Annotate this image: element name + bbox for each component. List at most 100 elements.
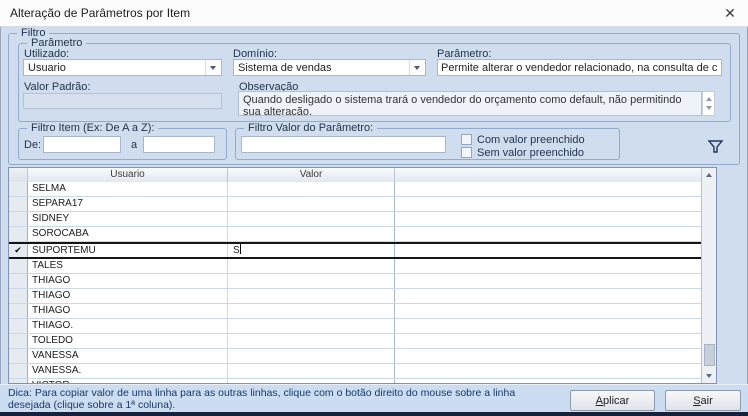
table-row[interactable]: SEPARA17 (9, 197, 701, 212)
row-valor[interactable] (228, 349, 395, 363)
row-extra (395, 259, 701, 273)
valor-padrao-input (23, 93, 222, 109)
row-valor[interactable] (228, 259, 395, 273)
row-valor[interactable] (228, 364, 395, 378)
row-indicator[interactable] (9, 289, 28, 303)
com-valor-checkbox[interactable] (461, 134, 472, 145)
row-indicator[interactable] (9, 364, 28, 378)
dominio-combobox[interactable]: Sistema de vendas (233, 59, 426, 76)
row-indicator[interactable] (9, 212, 28, 226)
row-indicator[interactable] (9, 259, 28, 273)
row-usuario[interactable]: THIAGO (28, 274, 228, 288)
filtro-item-groupbox-label: Filtro Item (Ex: De A a Z): (27, 122, 158, 134)
scroll-down-icon[interactable] (706, 106, 712, 110)
row-usuario[interactable]: THIAGO (28, 289, 228, 303)
row-indicator[interactable] (9, 379, 28, 383)
filtro-item-a-input[interactable] (143, 136, 215, 153)
row-usuario[interactable]: VICTOR. (28, 379, 228, 383)
sem-valor-checkbox[interactable] (461, 147, 472, 158)
row-valor[interactable]: S (228, 244, 395, 257)
apply-button[interactable]: Aplicar (570, 390, 655, 411)
hint-line2: desejada (clique sobre a 1ª coluna). (8, 399, 515, 411)
row-indicator[interactable] (9, 334, 28, 348)
close-icon[interactable]: ✕ (720, 3, 740, 23)
table-row[interactable]: SIDNEY (9, 212, 701, 227)
row-valor[interactable] (228, 319, 395, 333)
row-usuario[interactable]: TALES (28, 259, 228, 273)
row-valor[interactable] (228, 334, 395, 348)
row-usuario[interactable]: THIAGO (28, 304, 228, 318)
grid-scrollbar[interactable] (701, 168, 716, 383)
dialog-window: Alteração de Parâmetros por Item ✕ Filtr… (0, 0, 748, 416)
row-valor[interactable] (228, 182, 395, 196)
table-row[interactable]: TALES (9, 259, 701, 274)
row-usuario[interactable]: SUPORTEMU (28, 244, 228, 257)
row-indicator[interactable] (9, 349, 28, 363)
row-extra (395, 334, 701, 348)
table-row[interactable]: THIAGO (9, 289, 701, 304)
row-usuario[interactable]: VANESSA (28, 349, 228, 363)
scroll-down-button[interactable] (702, 369, 716, 383)
row-usuario[interactable]: VANESSA. (28, 364, 228, 378)
funnel-icon[interactable] (707, 139, 724, 155)
row-usuario[interactable]: SOROCABA (28, 227, 228, 241)
row-valor[interactable] (228, 197, 395, 211)
scroll-up-button[interactable] (702, 168, 716, 182)
row-extra (395, 364, 701, 378)
row-usuario[interactable]: SIDNEY (28, 212, 228, 226)
row-usuario[interactable]: TOLEDO (28, 334, 228, 348)
row-valor[interactable] (228, 304, 395, 318)
sem-valor-checkbox-label[interactable]: Sem valor preenchido (477, 147, 584, 159)
row-indicator[interactable] (9, 182, 28, 196)
row-valor[interactable] (228, 212, 395, 226)
com-valor-checkbox-label[interactable]: Com valor preenchido (477, 134, 585, 146)
header-usuario[interactable]: Usuario (28, 168, 228, 182)
scroll-up-icon[interactable] (706, 97, 712, 101)
filtro-valor-groupbox-label: Filtro Valor do Parâmetro: (244, 122, 377, 134)
filtro-valor-input[interactable] (241, 136, 446, 153)
row-indicator[interactable] (9, 227, 28, 241)
utilizado-combobox[interactable]: Usuario (23, 59, 222, 76)
row-valor[interactable] (228, 289, 395, 303)
observacao-scrollbar[interactable] (702, 91, 715, 116)
scrollbar-thumb[interactable] (704, 344, 715, 366)
row-extra (395, 379, 701, 383)
row-indicator[interactable] (9, 304, 28, 318)
header-valor[interactable]: Valor (228, 168, 395, 182)
footer-bar: Dica: Para copiar valor de uma linha par… (0, 384, 748, 413)
row-indicator[interactable]: ✔ (9, 244, 28, 257)
exit-button[interactable]: Sair (665, 390, 741, 411)
row-valor[interactable] (228, 227, 395, 241)
observacao-memo[interactable]: Quando desligado o sistema trará o vende… (238, 91, 702, 116)
table-row[interactable]: VANESSA (9, 349, 701, 364)
table-row[interactable]: THIAGO (9, 274, 701, 289)
row-usuario[interactable]: SEPARA17 (28, 197, 228, 211)
header-extra (395, 168, 701, 182)
table-row[interactable]: THIAGO (9, 304, 701, 319)
row-indicator[interactable] (9, 319, 28, 333)
table-row[interactable]: VICTOR. (9, 379, 701, 383)
row-indicator[interactable] (9, 197, 28, 211)
hint-text: Dica: Para copiar valor de uma linha par… (8, 387, 515, 411)
window-bottom-edge (0, 412, 748, 416)
hint-line1: Dica: Para copiar valor de uma linha par… (8, 387, 515, 399)
table-row[interactable]: VANESSA. (9, 364, 701, 379)
row-usuario[interactable]: THIAGO. (28, 319, 228, 333)
filtro-item-de-input[interactable] (43, 136, 121, 153)
table-row[interactable]: TOLEDO (9, 334, 701, 349)
grid-body: SELMA SEPARA17 SIDNEY SOROCABA ✔ SUPORTE… (9, 182, 701, 383)
row-valor[interactable] (228, 379, 395, 383)
table-row[interactable]: ✔ SUPORTEMU S (9, 242, 701, 259)
row-extra (395, 244, 701, 257)
parametro-input[interactable] (437, 59, 722, 76)
table-row[interactable]: THIAGO. (9, 319, 701, 334)
table-row[interactable]: SELMA (9, 182, 701, 197)
chevron-down-icon[interactable] (409, 60, 425, 75)
table-row[interactable]: SOROCABA (9, 227, 701, 242)
row-valor[interactable] (228, 274, 395, 288)
row-indicator[interactable] (9, 274, 28, 288)
chevron-down-icon[interactable] (205, 60, 221, 75)
title-bar: Alteração de Parâmetros por Item ✕ (0, 0, 748, 27)
row-extra (395, 274, 701, 288)
row-usuario[interactable]: SELMA (28, 182, 228, 196)
